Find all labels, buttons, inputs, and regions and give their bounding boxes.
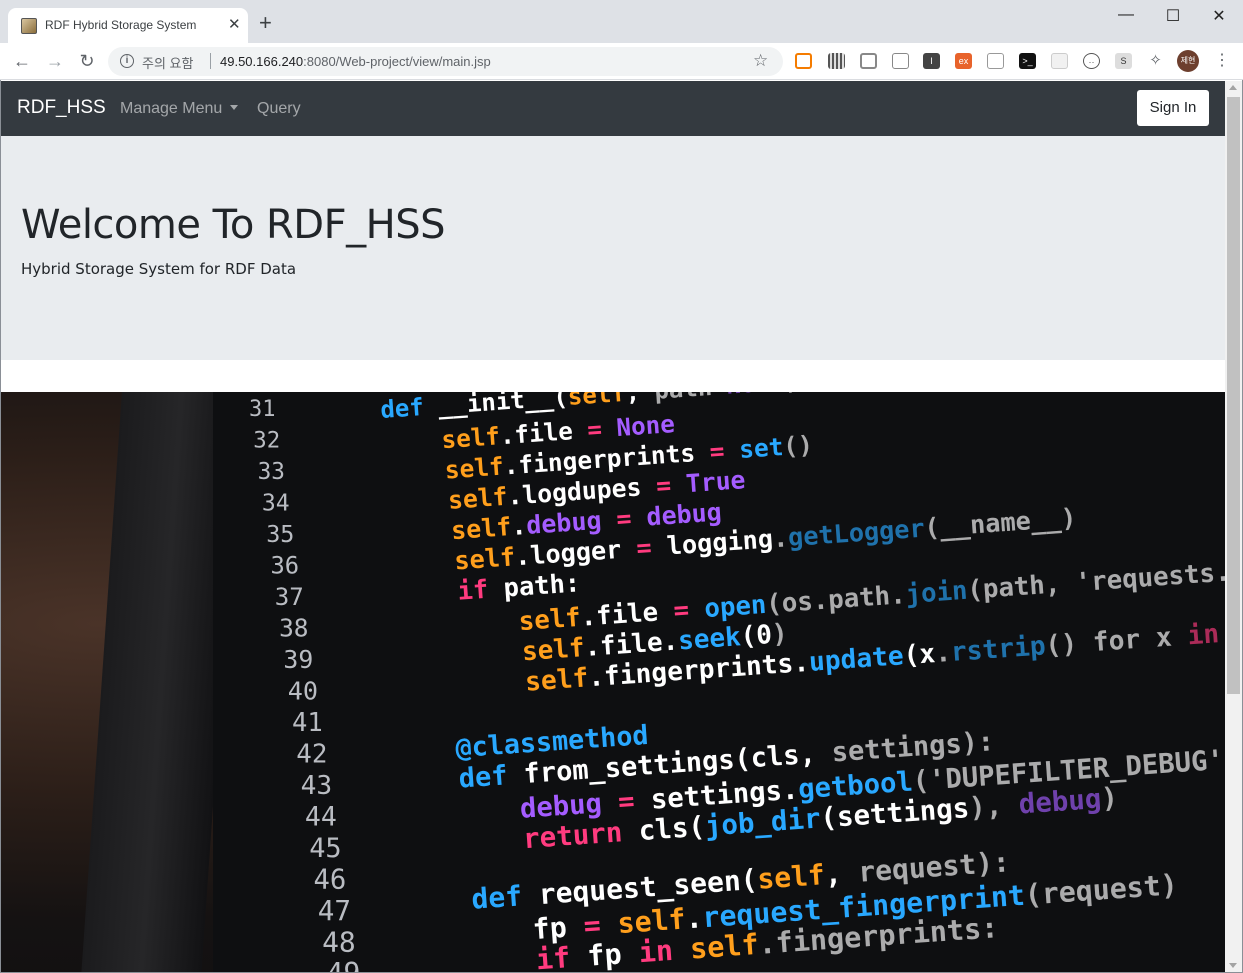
- code-line-number: 36: [271, 552, 300, 580]
- minimize-button[interactable]: —: [1111, 6, 1141, 24]
- code-line-number: 41: [292, 708, 323, 738]
- code-line-number: 33: [258, 459, 285, 485]
- extension-grid-icon[interactable]: [1051, 53, 1068, 69]
- dropdown-caret-icon: [230, 105, 239, 110]
- code-line-number: 32: [253, 428, 280, 454]
- code-line-number: 38: [279, 614, 308, 643]
- browser-tab[interactable]: RDF Hybrid Storage System ✕: [8, 8, 248, 43]
- code-line-number: 42: [296, 740, 327, 770]
- manage-menu-label: Manage Menu: [120, 100, 223, 117]
- bookmark-star-icon[interactable]: ☆: [753, 51, 768, 71]
- omnibox-divider: [210, 53, 211, 69]
- forward-arrow-icon[interactable]: →: [43, 50, 67, 72]
- extension-barcode-icon[interactable]: [828, 53, 845, 69]
- extension-cast-icon[interactable]: [987, 53, 1004, 69]
- manage-menu-dropdown[interactable]: Manage Menu: [120, 100, 239, 118]
- extension-ex-icon[interactable]: ex: [955, 53, 972, 69]
- browser-menu-icon[interactable]: ⋮: [1214, 50, 1230, 70]
- code-line-number: 31: [249, 397, 276, 422]
- code-line-number: 40: [288, 677, 318, 706]
- new-tab-button[interactable]: +: [259, 12, 272, 34]
- extension-i-icon[interactable]: I: [923, 53, 940, 69]
- code-line-number: 39: [283, 645, 313, 674]
- page-favicon-icon: [21, 18, 37, 34]
- jumbotron: Welcome To RDF_HSS Hybrid Storage System…: [1, 136, 1225, 360]
- address-bar[interactable]: i 주의 요함 49.50.166.240:8080/Web-project/v…: [108, 47, 783, 76]
- site-navbar: RDF_HSS Manage Menu Query Sign In: [1, 81, 1225, 136]
- close-window-button[interactable]: ✕: [1204, 6, 1234, 26]
- hero-code-image: 31 def __init__(self, path=None, debug=Fa…: [1, 392, 1225, 972]
- scroll-thumb[interactable]: [1227, 97, 1240, 694]
- back-arrow-icon[interactable]: ←: [10, 50, 34, 72]
- page-scrollbar[interactable]: [1225, 81, 1242, 972]
- tab-close-icon[interactable]: ✕: [228, 16, 241, 34]
- extension-code-icon[interactable]: ··: [1083, 53, 1100, 69]
- sign-in-button[interactable]: Sign In: [1137, 90, 1209, 126]
- url-path: :8080/Web-project/view/main.jsp: [303, 54, 491, 69]
- code-line-number: 46: [314, 865, 347, 896]
- tab-title: RDF Hybrid Storage System: [45, 18, 197, 32]
- code-illustration: 31 def __init__(self, path=None, debug=Fa…: [249, 392, 1225, 972]
- code-line-number: 43: [301, 771, 333, 801]
- code-line-number: 35: [266, 520, 294, 548]
- extension-s-icon[interactable]: S: [1115, 53, 1132, 69]
- navbar-brand[interactable]: RDF_HSS: [17, 97, 106, 119]
- info-icon[interactable]: i: [120, 54, 134, 68]
- code-line-number: 34: [262, 491, 290, 517]
- query-link[interactable]: Query: [257, 100, 301, 118]
- code-line-number: 49: [326, 957, 360, 972]
- tab-strip: RDF Hybrid Storage System ✕ + — ☐ ✕: [0, 0, 1243, 43]
- page-subtitle: Hybrid Storage System for RDF Data: [21, 260, 297, 278]
- security-warning-label[interactable]: 주의 요함: [142, 53, 193, 72]
- extension-window-icon[interactable]: [892, 53, 909, 69]
- url-host: 49.50.166.240: [220, 54, 304, 69]
- url-text[interactable]: 49.50.166.240:8080/Web-project/view/main…: [220, 54, 491, 69]
- code-line-number: 47: [318, 894, 351, 927]
- scroll-down-arrow-icon[interactable]: [1229, 963, 1237, 968]
- extensions-puzzle-icon[interactable]: ✧: [1147, 53, 1164, 69]
- extension-cube-icon[interactable]: [860, 53, 877, 69]
- page-title: Welcome To RDF_HSS: [21, 202, 445, 248]
- extension-layout-icon[interactable]: [795, 53, 812, 69]
- code-line-number: 37: [275, 583, 304, 611]
- page-viewport: RDF_HSS Manage Menu Query Sign In Welcom…: [1, 81, 1225, 972]
- maximize-button[interactable]: ☐: [1158, 6, 1188, 26]
- scroll-up-arrow-icon[interactable]: [1229, 85, 1237, 90]
- extension-terminal-icon[interactable]: >_: [1019, 53, 1036, 69]
- code-line-number: 48: [322, 926, 356, 959]
- profile-avatar[interactable]: 제현: [1177, 50, 1199, 72]
- code-line-number: 45: [309, 833, 341, 864]
- code-line-number: 44: [305, 802, 337, 833]
- code-line: def __init__(self, path=None, debug=Fals…: [379, 392, 1001, 424]
- reload-icon[interactable]: ↻: [75, 50, 99, 72]
